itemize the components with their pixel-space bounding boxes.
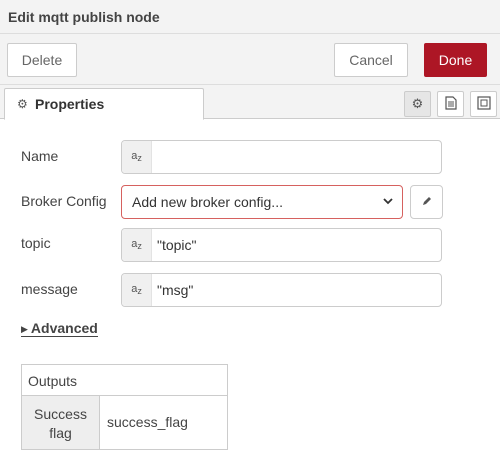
frame-icon[interactable] [470,91,497,117]
tab-properties-label: Properties [35,96,105,112]
name-label: Name [21,148,59,164]
outputs-key-label: Success flag [34,406,87,441]
topic-value: "topic" [157,237,197,253]
gear-icon[interactable]: ⚙ [404,91,431,117]
string-type-icon[interactable]: az [122,141,152,173]
broker-label: Broker Config [21,193,107,209]
done-button[interactable]: Done [424,43,487,77]
topic-input[interactable]: az "topic" [121,228,442,262]
name-input[interactable]: az [121,140,442,174]
chevron-down-icon [382,193,394,212]
caret-right-icon: ▶ [21,324,28,334]
outputs-header: Outputs [22,365,227,396]
delete-button[interactable]: Delete [7,43,77,77]
broker-select[interactable]: Add new broker config... [121,185,403,219]
dialog-toolbar: Delete Cancel Done [0,34,500,85]
dialog-title: Edit mqtt publish node [8,9,160,25]
advanced-label: Advanced [30,320,98,336]
string-type-icon[interactable]: az [122,229,152,261]
outputs-key: Success flag [22,396,100,449]
message-value: "msg" [157,282,194,298]
topic-label: topic [21,235,51,251]
outputs-table: Outputs Success flag success_flag [21,364,228,450]
broker-selected: Add new broker config... [132,194,283,210]
pencil-icon [421,194,433,209]
tab-bar: ⚙ Properties ⚙ [0,85,500,120]
tab-properties[interactable]: ⚙ Properties [4,88,204,120]
edit-broker-button[interactable] [410,185,443,219]
outputs-value: success_flag [107,414,188,430]
message-input[interactable]: az "msg" [121,273,442,307]
advanced-toggle[interactable]: ▶ Advanced [21,320,98,337]
document-icon[interactable] [437,91,464,117]
cancel-button[interactable]: Cancel [334,43,408,77]
gear-icon: ⚙ [17,97,28,111]
string-type-icon[interactable]: az [122,274,152,306]
dialog-header: Edit mqtt publish node [0,0,500,34]
message-label: message [21,281,78,297]
